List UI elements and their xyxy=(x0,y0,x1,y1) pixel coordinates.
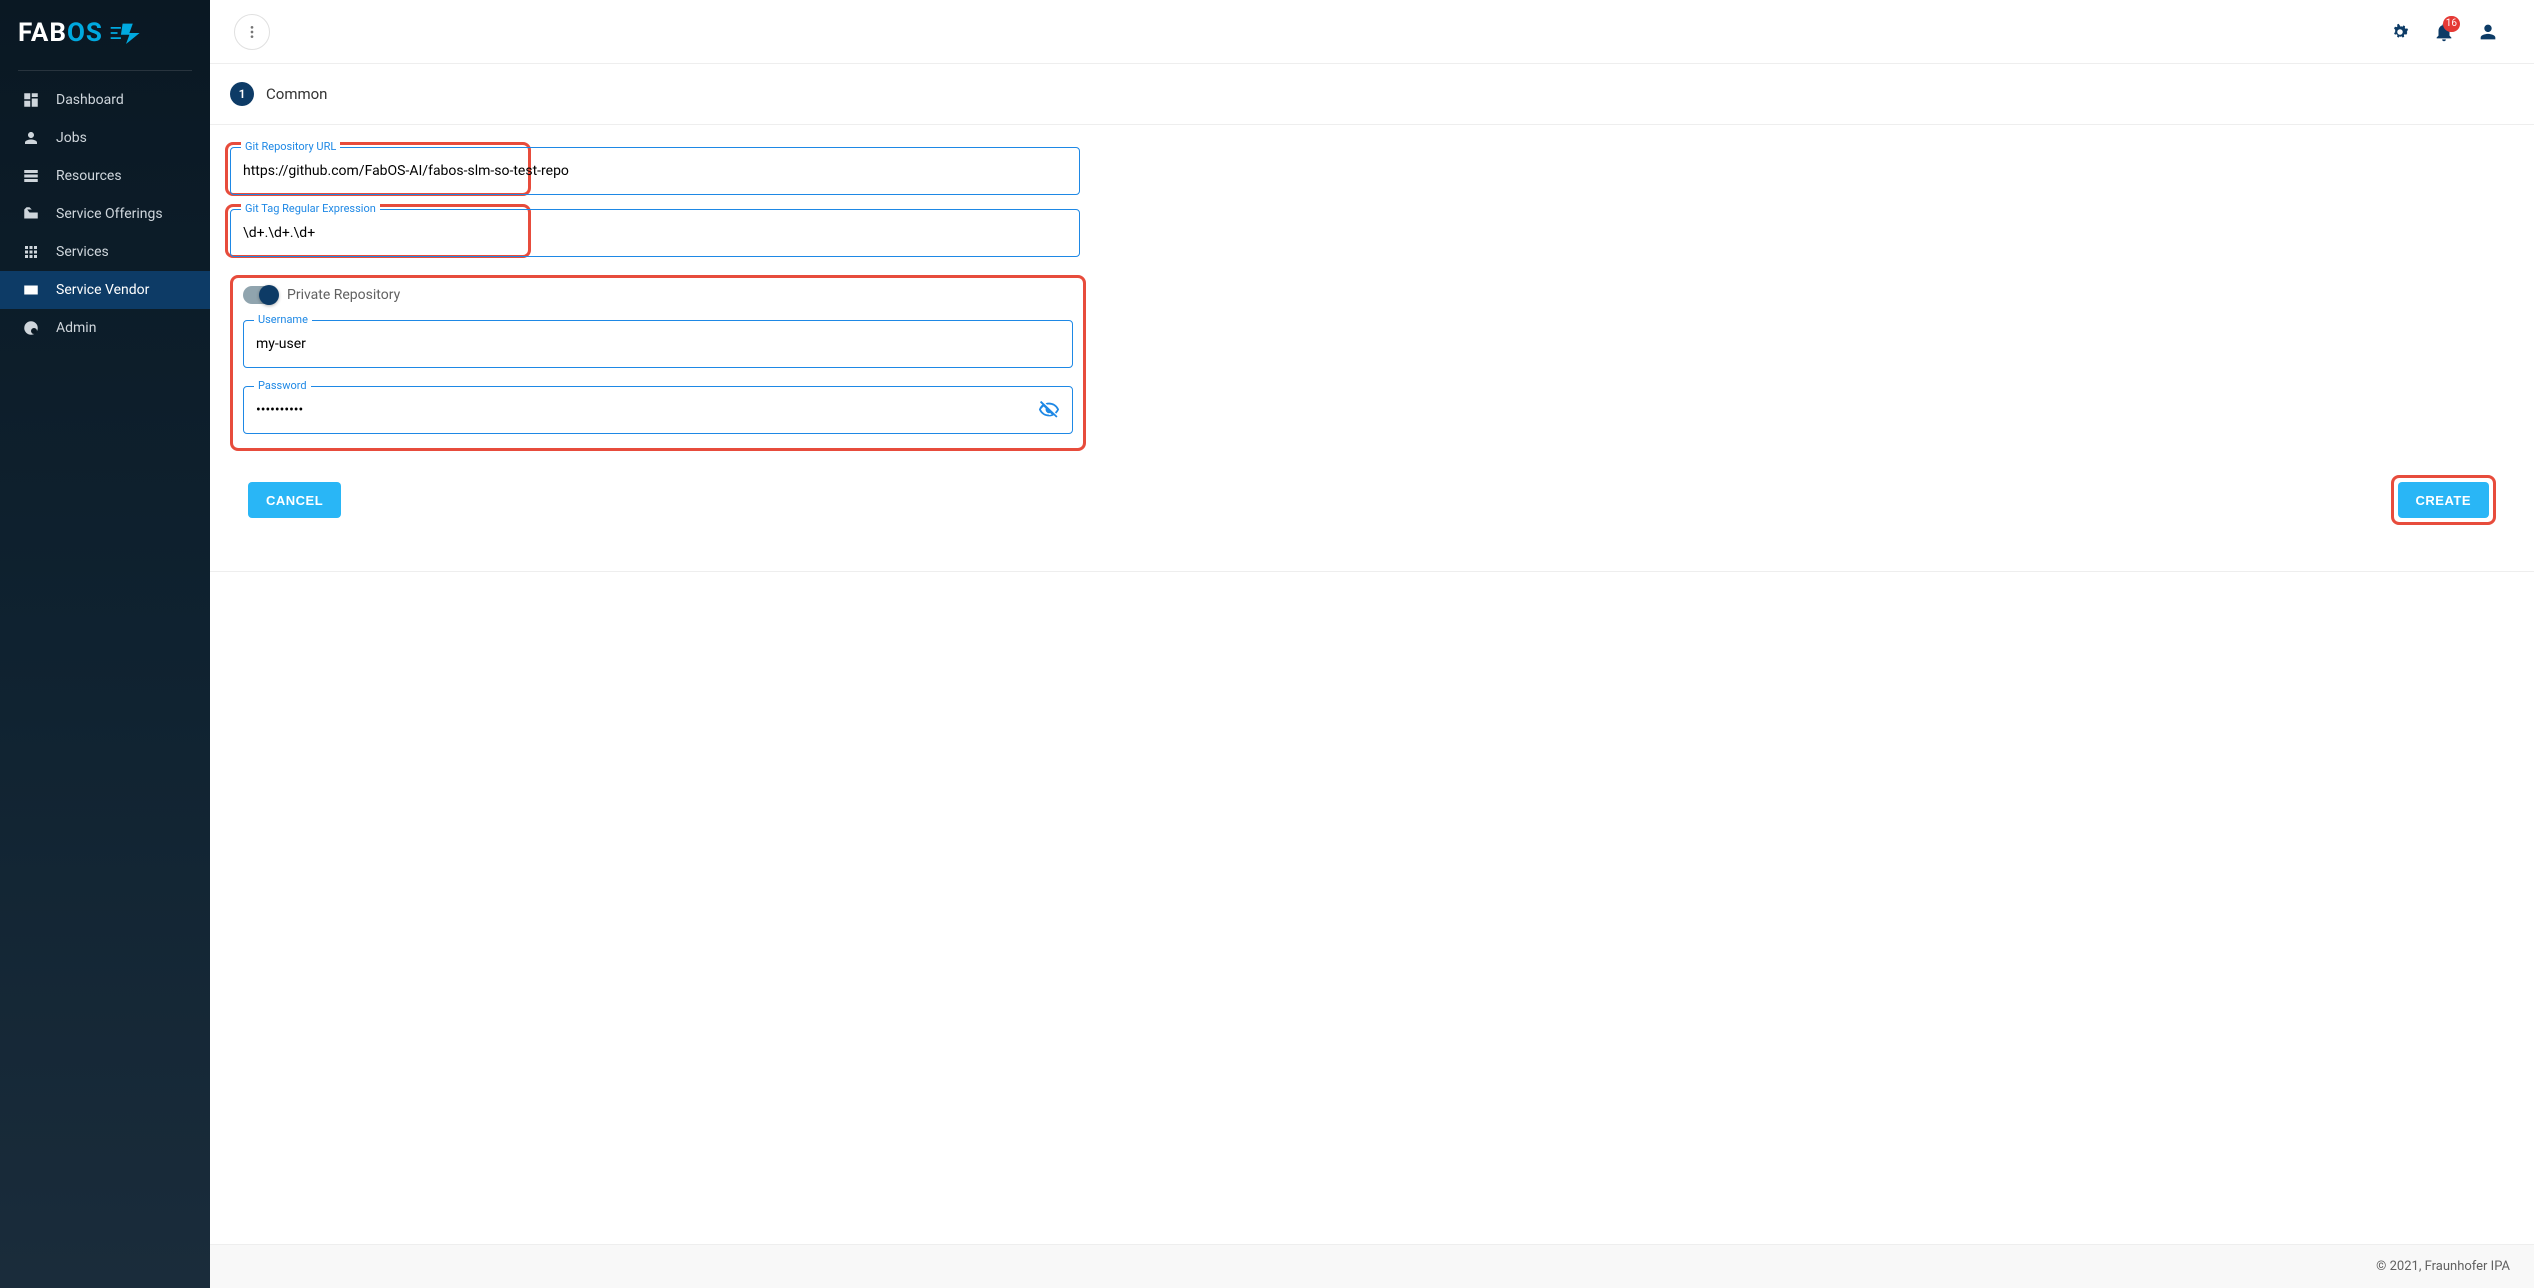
sidebar: FABOS Dashboard Jobs Resources Service O… xyxy=(0,0,210,1288)
sidebar-item-resources[interactable]: Resources xyxy=(0,157,210,195)
highlight-private-block: Private Repository Username Password xyxy=(230,275,1086,451)
person-icon xyxy=(2477,21,2499,43)
git-tag-input[interactable] xyxy=(243,225,1067,241)
toggle-password-visibility[interactable] xyxy=(1038,399,1060,421)
sidebar-item-label: Jobs xyxy=(56,130,87,146)
apps-icon xyxy=(22,243,40,261)
sidebar-item-dashboard[interactable]: Dashboard xyxy=(0,81,210,119)
dashboard-icon xyxy=(22,91,40,109)
more-menu-button[interactable] xyxy=(234,14,270,50)
footer: © 2021, Fraunhofer IPA xyxy=(210,1244,2534,1288)
notification-badge: 16 xyxy=(2443,16,2460,32)
storage-icon xyxy=(22,167,40,185)
topbar: 16 xyxy=(210,0,2534,64)
sidebar-item-label: Admin xyxy=(56,320,96,336)
git-url-field[interactable]: Git Repository URL xyxy=(230,147,1080,195)
gear-icon xyxy=(2389,21,2411,43)
sidebar-item-label: Dashboard xyxy=(56,92,124,108)
password-input[interactable] xyxy=(256,402,1038,418)
sidebar-item-services[interactable]: Services xyxy=(0,233,210,271)
password-field[interactable]: Password xyxy=(243,386,1073,434)
admin-icon xyxy=(22,319,40,337)
divider xyxy=(18,70,192,71)
step-header: 1 Common xyxy=(210,64,2534,125)
create-button[interactable]: Create xyxy=(2398,482,2489,518)
username-field[interactable]: Username xyxy=(243,320,1073,368)
settings-button[interactable] xyxy=(2378,10,2422,54)
account-button[interactable] xyxy=(2466,10,2510,54)
form-actions: Cancel Create xyxy=(230,451,2514,549)
field-label: Git Tag Regular Expression xyxy=(241,202,380,215)
cancel-button[interactable]: Cancel xyxy=(248,482,341,518)
sidebar-item-admin[interactable]: Admin xyxy=(0,309,210,347)
private-repo-toggle[interactable] xyxy=(243,286,277,304)
logo-icon xyxy=(109,20,143,46)
logo: FABOS xyxy=(0,10,210,62)
private-repo-label: Private Repository xyxy=(287,287,400,303)
field-label: Username xyxy=(254,313,312,326)
step-title: Common xyxy=(266,85,327,103)
field-label: Password xyxy=(254,379,311,392)
eye-off-icon xyxy=(1038,399,1060,421)
sidebar-item-label: Resources xyxy=(56,168,122,184)
sidebar-item-jobs[interactable]: Jobs xyxy=(0,119,210,157)
offerings-icon xyxy=(22,205,40,223)
git-url-input[interactable] xyxy=(243,163,1067,179)
sidebar-item-label: Service Offerings xyxy=(56,206,163,222)
username-input[interactable] xyxy=(256,336,1060,352)
step-number: 1 xyxy=(230,82,254,106)
sidebar-item-service-offerings[interactable]: Service Offerings xyxy=(0,195,210,233)
main: 16 1 Common Git Repository URL Git Tag R… xyxy=(210,0,2534,1288)
sidebar-item-label: Service Vendor xyxy=(56,282,149,298)
sidebar-item-label: Services xyxy=(56,244,109,260)
field-label: Git Repository URL xyxy=(241,140,340,153)
notifications-button[interactable]: 16 xyxy=(2422,10,2466,54)
person-icon xyxy=(22,129,40,147)
sidebar-item-service-vendor[interactable]: Service Vendor xyxy=(0,271,210,309)
vendor-icon xyxy=(22,281,40,299)
git-tag-field[interactable]: Git Tag Regular Expression xyxy=(230,209,1080,257)
highlight-create: Create xyxy=(2391,475,2496,525)
logo-text: FABOS xyxy=(18,18,103,48)
form: Git Repository URL Git Tag Regular Expre… xyxy=(210,125,2534,572)
